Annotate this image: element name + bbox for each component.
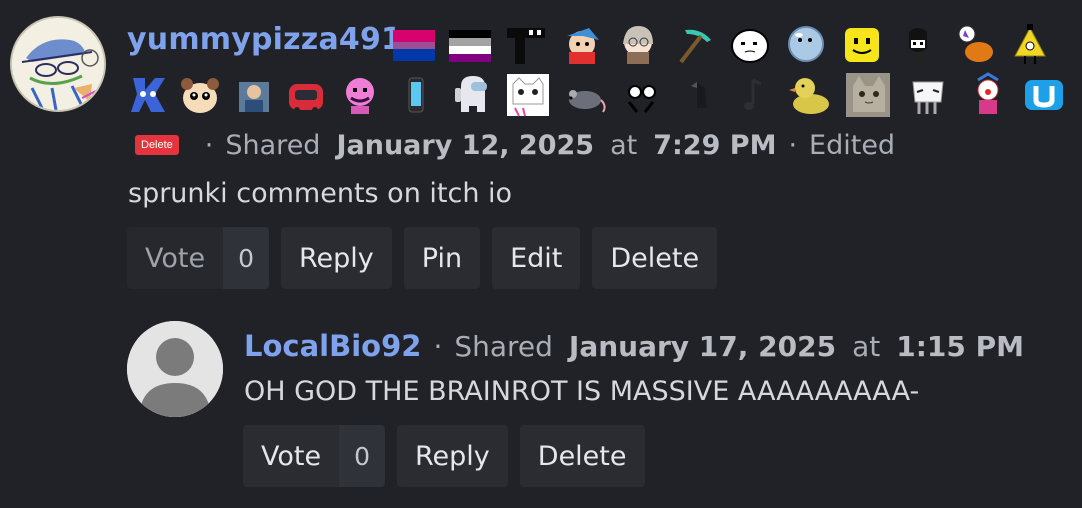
reply-avatar[interactable] [127,321,223,417]
fnf-boyfriend-icon [559,22,605,68]
black-bird-icon [677,72,723,118]
asexual-flag-icon [447,22,493,68]
vote-count: 0 [339,425,385,487]
separator-dot: · [433,329,443,363]
reply-button[interactable]: Reply [281,227,392,289]
music-note-icon [731,72,777,118]
vote-count: 0 [223,227,269,289]
four-character-icon [125,72,171,118]
comment-text: sprunki comments on itch io [128,178,513,209]
reply-button[interactable]: Reply [397,425,508,487]
shared-label: Shared [225,129,321,161]
old-man-icon [615,22,661,68]
clown-icon [965,72,1011,118]
black-creature-icon [503,22,549,68]
shared-label: Shared [454,329,553,363]
comment-time: 7:29 PM [653,129,777,161]
pickaxe-icon [671,22,717,68]
edit-button[interactable]: Edit [492,227,581,289]
reply-actions: Vote 0 Reply Delete [243,425,645,487]
vote-button[interactable]: Vote [127,227,224,289]
vote-control[interactable]: Vote 0 [127,227,269,289]
pumpkin-icon [951,22,997,68]
hamster-icon [177,72,223,118]
comment-meta: Delete · Shared January 12, 2025 at 7:29… [135,128,895,162]
separator-dot: · [204,129,214,161]
dots-icon [619,72,665,118]
reply-text: OH GOD THE BRAINROT IS MASSIVE AAAAAAAAA… [244,376,920,407]
vote-button[interactable]: Vote [243,425,340,487]
among-us-icon [449,72,495,118]
reply-meta: LocalBio92 · Shared January 17, 2025 at … [244,326,1024,366]
at-label: at [852,329,881,363]
roblox-face-icon [839,22,885,68]
comment-actions: Vote 0 Reply Pin Edit Delete [127,227,718,289]
pin-button[interactable]: Pin [403,227,481,289]
bisexual-flag-icon [391,22,437,68]
edited-label: Edited [809,129,896,161]
delete-badge[interactable]: Delete [135,135,179,155]
username[interactable]: yummypizza491 [127,22,402,57]
pink-face-icon [337,72,383,118]
user-avatar[interactable] [10,16,106,112]
white-creature-icon [905,72,951,118]
comment-date: January 12, 2025 [336,129,595,161]
reply-time: 1:15 PM [896,329,1025,363]
blob-face-icon [727,22,773,68]
reply-date: January 17, 2025 [568,329,837,363]
vote-control[interactable]: Vote 0 [243,425,385,487]
phone-icon [393,72,439,118]
rubber-duck-icon [787,72,833,118]
delete-button[interactable]: Delete [592,227,718,289]
red-car-icon [283,72,329,118]
rat-icon [563,72,609,118]
cat-drawing-icon [505,72,551,118]
reply-username[interactable]: LocalBio92 [244,329,421,363]
separator-dot: · [788,129,798,161]
wii-u-icon [1021,72,1067,118]
at-label: at [610,129,638,161]
person-photo-icon [231,72,277,118]
delete-button[interactable]: Delete [519,425,645,487]
bill-cipher-icon [1007,22,1053,68]
cat-photo-icon [845,72,891,118]
bubble-icon [783,22,829,68]
incredibox-icon [895,22,941,68]
